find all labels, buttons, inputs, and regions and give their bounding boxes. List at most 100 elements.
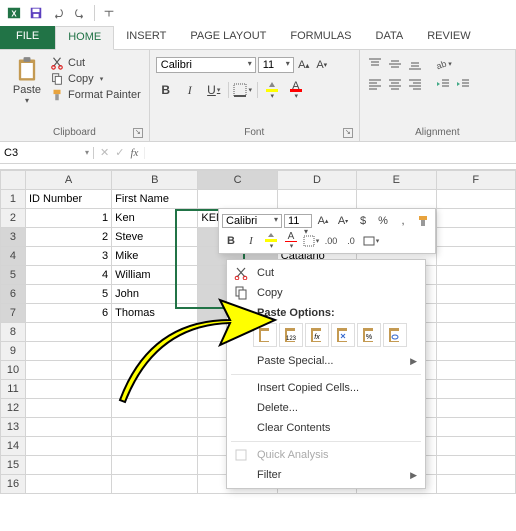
cell[interactable]: Steve [112,228,198,247]
mini-bold[interactable]: B [222,232,240,250]
cell[interactable] [112,437,198,456]
row-header[interactable]: 13 [1,418,26,437]
mini-percent-button[interactable]: % [374,212,392,230]
cell[interactable] [436,323,515,342]
align-right-button[interactable] [406,76,424,92]
cell[interactable] [112,456,198,475]
cell[interactable] [198,190,277,209]
qat-customize-icon[interactable] [99,3,119,23]
row-header[interactable]: 8 [1,323,26,342]
increase-font-button[interactable]: A▴ [296,56,312,74]
cell[interactable] [25,361,111,380]
col-header-a[interactable]: A [25,171,111,190]
cell[interactable] [25,380,111,399]
paste-transpose-icon[interactable] [331,323,355,347]
mini-decrease-font[interactable]: A▾ [334,212,352,230]
cell[interactable] [112,380,198,399]
mini-currency-button[interactable]: $ [354,212,372,230]
italic-button[interactable]: I [180,80,200,100]
ctx-copy[interactable]: Copy [227,283,425,303]
align-bottom-button[interactable] [406,56,424,72]
underline-button[interactable]: U [204,80,224,100]
mini-fill-color[interactable] [262,232,280,250]
paste-button[interactable]: Paste ▾ [6,52,48,126]
cell[interactable] [25,418,111,437]
row-header[interactable]: 1 [1,190,26,209]
mini-italic[interactable]: I [242,232,260,250]
cell[interactable] [436,266,515,285]
tab-file[interactable]: FILE [0,26,55,49]
mini-font-name[interactable]: Calibri [222,214,282,228]
row-header[interactable]: 3 [1,228,26,247]
cell[interactable] [436,247,515,266]
cell[interactable] [436,209,515,228]
save-icon[interactable] [26,3,46,23]
cell[interactable]: 6 [25,304,111,323]
mini-comma-button[interactable]: , [394,212,412,230]
cell[interactable]: First Name [112,190,198,209]
cell[interactable]: 4 [25,266,111,285]
align-left-button[interactable] [366,76,384,92]
row-header[interactable]: 14 [1,437,26,456]
paste-formatting-icon[interactable]: % [357,323,381,347]
cell[interactable]: 1 [25,209,111,228]
cell[interactable]: 5 [25,285,111,304]
cell[interactable] [25,399,111,418]
align-center-button[interactable] [386,76,404,92]
cell[interactable] [436,456,515,475]
decrease-font-button[interactable]: A▾ [314,56,330,74]
cell[interactable] [25,342,111,361]
row-header[interactable]: 4 [1,247,26,266]
cell[interactable] [112,361,198,380]
row-header[interactable]: 2 [1,209,26,228]
cut-button[interactable]: Cut [50,56,141,70]
cell[interactable]: 3 [25,247,111,266]
increase-indent-button[interactable] [454,76,472,92]
cell[interactable] [436,380,515,399]
cell[interactable]: William [112,266,198,285]
cell[interactable]: 2 [25,228,111,247]
cell[interactable] [25,475,111,494]
cell[interactable] [112,323,198,342]
select-all-corner[interactable] [1,171,26,190]
cell[interactable] [277,190,356,209]
align-top-button[interactable] [366,56,384,72]
ctx-insert-copied[interactable]: Insert Copied Cells... [227,378,425,398]
col-header-c[interactable]: C [198,171,277,190]
row-header[interactable]: 6 [1,285,26,304]
mini-decrease-decimal[interactable]: .0 [342,232,360,250]
row-header[interactable]: 11 [1,380,26,399]
row-header[interactable]: 15 [1,456,26,475]
col-header-f[interactable]: F [436,171,515,190]
font-dialog-launcher[interactable]: ↘ [343,128,353,138]
cell[interactable] [112,342,198,361]
mini-font-size[interactable]: 11 [284,214,312,228]
cell[interactable] [436,228,515,247]
undo-icon[interactable] [48,3,68,23]
cell[interactable] [436,361,515,380]
font-color-button[interactable]: A [286,80,306,100]
tab-review[interactable]: REVIEW [415,26,482,49]
cell[interactable] [25,456,111,475]
cell[interactable] [112,475,198,494]
row-header[interactable]: 7 [1,304,26,323]
format-painter-button[interactable]: Format Painter [50,88,141,102]
mini-increase-decimal[interactable]: .00 [322,232,340,250]
ctx-paste-special[interactable]: Paste Special...▶ [227,351,425,371]
bold-button[interactable]: B [156,80,176,100]
cell[interactable] [436,399,515,418]
cell[interactable]: Thomas [112,304,198,323]
tab-data[interactable]: DATA [364,26,416,49]
fx-icon[interactable]: fx [130,147,145,159]
tab-formulas[interactable]: FORMULAS [278,26,363,49]
cell[interactable] [436,418,515,437]
cell[interactable]: Mike [112,247,198,266]
paste-all-icon[interactable] [253,323,277,347]
cell[interactable] [436,285,515,304]
mini-merge[interactable] [362,232,380,250]
row-header[interactable]: 10 [1,361,26,380]
mini-increase-font[interactable]: A▴ [314,212,332,230]
align-middle-button[interactable] [386,56,404,72]
cell[interactable] [112,399,198,418]
cell[interactable] [436,342,515,361]
